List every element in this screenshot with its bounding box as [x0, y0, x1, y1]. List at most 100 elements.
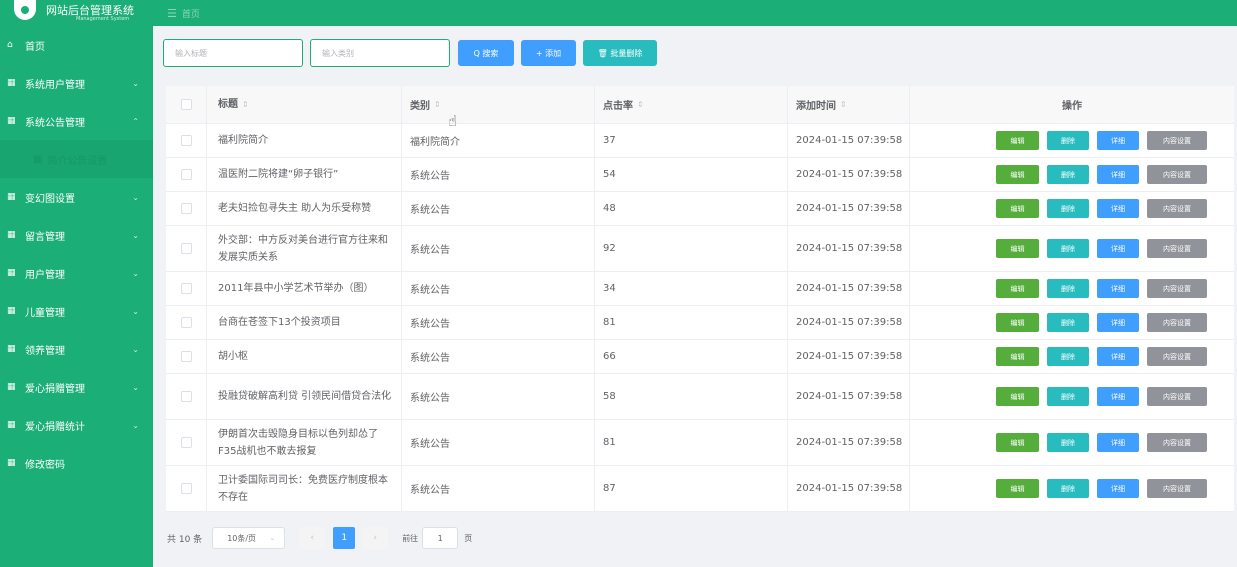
- sort-icon[interactable]: ⇕: [242, 96, 249, 113]
- sort-icon[interactable]: ⇕: [434, 100, 441, 109]
- delete-button[interactable]: 删除: [1047, 387, 1089, 406]
- sidebar-item-donation-stats[interactable]: ▦ 爱心捐赠统计 ⌄: [0, 406, 153, 444]
- chevron-down-icon: ⌄: [132, 382, 139, 392]
- sort-icon[interactable]: ⇕: [840, 100, 847, 109]
- sidebar: ⌂ 首页 ▦ 系统用户管理 ⌄ ▦ 系统公告管理 ⌃ ▦ 简介公告设置 ▦ 变幻…: [0, 26, 153, 567]
- sidebar-item-donations[interactable]: ▦ 爱心捐赠管理 ⌄: [0, 368, 153, 406]
- sidebar-item-children[interactable]: ▦ 儿童管理 ⌄: [0, 292, 153, 330]
- detail-button[interactable]: 详细: [1097, 433, 1139, 452]
- edit-button[interactable]: 编辑: [996, 347, 1039, 366]
- title-search-input[interactable]: 输入标题: [163, 39, 303, 67]
- table-row: 投融贷破解高利贷 引领民间借贷合法化 系统公告 58 2024-01-15 07…: [166, 374, 1234, 420]
- batch-delete-button[interactable]: 🗑 批量删除: [583, 40, 657, 66]
- row-checkbox[interactable]: [180, 391, 192, 402]
- add-button[interactable]: + 添加: [521, 40, 576, 66]
- row-checkbox[interactable]: [180, 135, 192, 146]
- delete-button[interactable]: 删除: [1047, 479, 1089, 498]
- detail-button[interactable]: 详细: [1097, 347, 1139, 366]
- delete-button[interactable]: 删除: [1047, 239, 1089, 258]
- table-header: 标题 ⇕ 类别 ⇕ 点击率 ⇕ 添加时间 ⇕ 操作: [166, 86, 1234, 124]
- delete-button[interactable]: 删除: [1047, 165, 1089, 184]
- select-all-checkbox[interactable]: [180, 99, 192, 110]
- edit-button[interactable]: 编辑: [996, 433, 1039, 452]
- content-settings-button[interactable]: 内容设置: [1147, 433, 1207, 452]
- edit-button[interactable]: 编辑: [996, 165, 1039, 184]
- search-button[interactable]: Q 搜索: [458, 40, 514, 66]
- category-search-input[interactable]: 输入类别: [310, 39, 450, 67]
- row-checkbox[interactable]: [180, 351, 192, 362]
- page-size-select[interactable]: 10条/页 ⌄: [212, 527, 286, 549]
- edit-button[interactable]: 编辑: [996, 479, 1039, 498]
- sidebar-item-system-users[interactable]: ▦ 系统用户管理 ⌄: [0, 64, 153, 102]
- content-settings-button[interactable]: 内容设置: [1147, 279, 1207, 298]
- page-size-value: 10条/页: [227, 533, 257, 543]
- sort-icon[interactable]: ⇕: [637, 100, 644, 109]
- content-settings-button[interactable]: 内容设置: [1147, 347, 1207, 366]
- sidebar-item-users[interactable]: ▦ 用户管理 ⌄: [0, 254, 153, 292]
- content-settings-button[interactable]: 内容设置: [1147, 479, 1207, 498]
- grid-icon: ▦: [7, 306, 16, 316]
- detail-button[interactable]: 详细: [1097, 279, 1139, 298]
- brand: 网站后台管理系统 Management System: [0, 0, 153, 26]
- grid-icon: ▦: [7, 268, 16, 278]
- delete-button[interactable]: 删除: [1047, 313, 1089, 332]
- goto-page-input[interactable]: 1: [422, 527, 459, 549]
- sidebar-item-label: 用户管理: [25, 269, 65, 281]
- cell-title: 温医附二院将建“卵子银行”: [207, 158, 402, 191]
- delete-button[interactable]: 删除: [1047, 433, 1089, 452]
- sidebar-subitem-intro-notice[interactable]: ▦ 简介公告设置: [0, 140, 153, 178]
- next-page-button[interactable]: ›: [362, 527, 389, 549]
- col-header-category[interactable]: 类别 ⇕: [402, 86, 595, 123]
- cell-clicks: 81: [595, 420, 788, 465]
- content-settings-button[interactable]: 内容设置: [1147, 239, 1207, 258]
- delete-button[interactable]: 删除: [1047, 131, 1089, 150]
- sidebar-item-adoption[interactable]: ▦ 领养管理 ⌄: [0, 330, 153, 368]
- sidebar-item-system-notices[interactable]: ▦ 系统公告管理 ⌃: [0, 102, 153, 140]
- table-row: 福利院简介 福利院简介 37 2024-01-15 07:39:58 编辑 删除…: [166, 124, 1234, 158]
- page-number-current[interactable]: 1: [333, 527, 356, 549]
- row-checkbox[interactable]: [180, 283, 192, 294]
- menu-icon[interactable]: ☰: [167, 7, 177, 20]
- col-header-title[interactable]: 标题 ⇕: [207, 86, 402, 123]
- cell-time: 2024-01-15 07:39:58: [788, 192, 910, 225]
- detail-button[interactable]: 详细: [1097, 199, 1139, 218]
- edit-button[interactable]: 编辑: [996, 131, 1039, 150]
- detail-button[interactable]: 详细: [1097, 313, 1139, 332]
- edit-button[interactable]: 编辑: [996, 239, 1039, 258]
- col-header-label: 添加时间: [796, 101, 836, 112]
- chevron-down-icon: ⌄: [132, 78, 139, 88]
- content-settings-button[interactable]: 内容设置: [1147, 199, 1207, 218]
- row-checkbox[interactable]: [180, 243, 192, 254]
- row-checkbox[interactable]: [180, 203, 192, 214]
- detail-button[interactable]: 详细: [1097, 239, 1139, 258]
- content-settings-button[interactable]: 内容设置: [1147, 387, 1207, 406]
- detail-button[interactable]: 详细: [1097, 387, 1139, 406]
- sidebar-item-carousel[interactable]: ▦ 变幻图设置 ⌄: [0, 178, 153, 216]
- content-settings-button[interactable]: 内容设置: [1147, 165, 1207, 184]
- detail-button[interactable]: 详细: [1097, 165, 1139, 184]
- col-header-time[interactable]: 添加时间 ⇕: [788, 86, 910, 123]
- row-checkbox[interactable]: [180, 317, 192, 328]
- content-settings-button[interactable]: 内容设置: [1147, 313, 1207, 332]
- prev-page-button[interactable]: ‹: [299, 527, 326, 549]
- row-checkbox[interactable]: [180, 169, 192, 180]
- delete-button[interactable]: 删除: [1047, 199, 1089, 218]
- edit-button[interactable]: 编辑: [996, 279, 1039, 298]
- cell-clicks: 81: [595, 306, 788, 339]
- delete-button[interactable]: 删除: [1047, 279, 1089, 298]
- row-checkbox[interactable]: [180, 437, 192, 448]
- cell-category: 系统公告: [402, 272, 595, 305]
- edit-button[interactable]: 编辑: [996, 313, 1039, 332]
- content-settings-button[interactable]: 内容设置: [1147, 131, 1207, 150]
- detail-button[interactable]: 详细: [1097, 479, 1139, 498]
- sidebar-item-messages[interactable]: ▦ 留言管理 ⌄: [0, 216, 153, 254]
- col-header-clicks[interactable]: 点击率 ⇕: [595, 86, 788, 123]
- edit-button[interactable]: 编辑: [996, 387, 1039, 406]
- row-select-cell: [166, 226, 207, 271]
- edit-button[interactable]: 编辑: [996, 199, 1039, 218]
- sidebar-item-change-password[interactable]: ▦ 修改密码: [0, 444, 153, 482]
- sidebar-item-home[interactable]: ⌂ 首页: [0, 26, 153, 64]
- delete-button[interactable]: 删除: [1047, 347, 1089, 366]
- detail-button[interactable]: 详细: [1097, 131, 1139, 150]
- row-checkbox[interactable]: [180, 483, 192, 494]
